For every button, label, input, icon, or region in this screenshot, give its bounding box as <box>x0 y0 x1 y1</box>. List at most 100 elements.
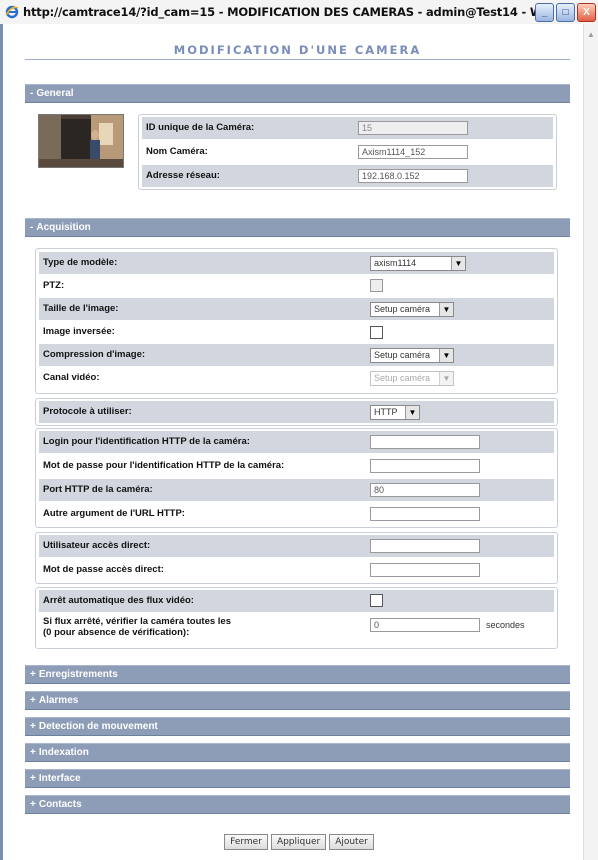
section-indexation-label: Indexation <box>38 747 89 758</box>
expand-icon: + <box>30 721 36 732</box>
chevron-down-icon: ▼ <box>439 372 453 385</box>
row-network-address: Adresse réseau: 192.168.0.152 <box>142 165 553 187</box>
http-settings-group: Login pour l'identification HTTP de la c… <box>35 428 558 528</box>
camera-id-field: 15 <box>358 121 468 135</box>
check-interval-label-line1: Si flux arrêté, vérifier la caméra toute… <box>43 616 231 627</box>
expand-icon: + <box>30 799 36 810</box>
image-inverted-label: Image inversée: <box>43 326 115 337</box>
row-http-url-argument: Autre argument de l'URL HTTP: <box>39 503 554 525</box>
ptz-label: PTZ: <box>43 280 65 291</box>
expand-icon: + <box>30 773 36 784</box>
auto-stop-label: Arrêt automatique des flux vidéo: <box>43 595 194 606</box>
section-enregistrements-header[interactable]: + Enregistrements <box>25 665 570 684</box>
internet-explorer-icon <box>4 4 20 20</box>
model-type-label: Type de modèle: <box>43 257 118 268</box>
http-login-label: Login pour l'identification HTTP de la c… <box>43 436 250 447</box>
row-check-interval: Si flux arrêté, vérifier la caméra toute… <box>39 614 554 646</box>
image-compression-select[interactable]: Setup caméra ▼ <box>370 348 454 363</box>
row-video-channel: Canal vidéo: Setup caméra ▼ <box>39 367 554 389</box>
row-ptz: PTZ: <box>39 275 554 297</box>
row-http-login: Login pour l'identification HTTP de la c… <box>39 431 554 453</box>
section-contacts-header[interactable]: + Contacts <box>25 795 570 814</box>
row-camera-name: Nom Caméra: Axism1114_152 <box>142 141 553 163</box>
auto-stop-checkbox[interactable] <box>370 594 383 607</box>
ptz-checkbox[interactable] <box>370 279 383 292</box>
row-image-inverted: Image inversée: <box>39 321 554 343</box>
minimize-button[interactable]: _ <box>535 2 554 22</box>
row-direct-user: Utilisateur accès direct: <box>39 535 554 557</box>
image-compression-label: Compression d'image: <box>43 349 146 360</box>
row-http-port: Port HTTP de la caméra: 80 <box>39 479 554 501</box>
section-alarmes-header[interactable]: + Alarmes <box>25 691 570 710</box>
section-contacts-label: Contacts <box>38 799 82 810</box>
model-type-select[interactable]: axism1114 ▼ <box>370 256 466 271</box>
direct-user-field[interactable] <box>370 539 480 553</box>
add-button[interactable]: Ajouter <box>329 834 374 850</box>
image-inverted-checkbox[interactable] <box>370 326 383 339</box>
direct-password-label: Mot de passe accès direct: <box>43 564 164 575</box>
image-size-select[interactable]: Setup caméra ▼ <box>370 302 454 317</box>
window-titlebar: http://camtrace14/?id_cam=15 - MODIFICAT… <box>0 0 598 25</box>
collapse-icon: - <box>30 222 34 233</box>
expand-icon: + <box>30 747 36 758</box>
camera-thumbnail <box>38 114 124 168</box>
section-detection-mouvement-label: Detection de mouvement <box>38 721 158 732</box>
chevron-down-icon: ▼ <box>451 257 465 270</box>
maximize-button[interactable]: □ <box>556 2 575 22</box>
check-interval-label-line2: (0 pour absence de vérification): <box>43 627 190 638</box>
direct-password-field[interactable] <box>370 563 480 577</box>
section-interface-label: Interface <box>38 773 81 784</box>
camera-name-label: Nom Caméra: <box>146 146 208 157</box>
protocol-group: Protocole à utiliser: HTTP ▼ <box>35 398 558 426</box>
row-protocol: Protocole à utiliser: HTTP ▼ <box>39 401 554 423</box>
camera-id-label: ID unique de la Caméra: <box>146 122 255 133</box>
http-password-label: Mot de passe pour l'identification HTTP … <box>43 460 285 471</box>
row-camera-id: ID unique de la Caméra: 15 <box>142 117 553 139</box>
http-port-label: Port HTTP de la caméra: <box>43 484 153 495</box>
http-password-field[interactable] <box>370 459 480 473</box>
expand-icon: + <box>30 669 36 680</box>
direct-user-label: Utilisateur accès direct: <box>43 540 151 551</box>
section-acquisition-header[interactable]: - Acquisition <box>25 218 570 237</box>
scroll-up-icon[interactable]: ▲ <box>585 28 597 40</box>
check-interval-label: Si flux arrêté, vérifier la caméra toute… <box>43 616 231 638</box>
section-alarmes-label: Alarmes <box>38 695 79 706</box>
title-divider <box>25 59 570 60</box>
close-button[interactable]: Fermer <box>224 834 268 850</box>
camera-name-field[interactable]: Axism1114_152 <box>358 145 468 159</box>
section-general-label: General <box>36 88 74 99</box>
row-image-size: Taille de l'image: Setup caméra ▼ <box>39 298 554 320</box>
close-window-button[interactable]: X <box>577 2 596 22</box>
row-auto-stop: Arrêt automatique des flux vidéo: <box>39 590 554 612</box>
http-port-field[interactable]: 80 <box>370 483 480 497</box>
section-indexation-header[interactable]: + Indexation <box>25 743 570 762</box>
network-address-label: Adresse réseau: <box>146 170 220 181</box>
chevron-down-icon: ▼ <box>439 349 453 362</box>
network-address-field[interactable]: 192.168.0.152 <box>358 169 468 183</box>
section-interface-header[interactable]: + Interface <box>25 769 570 788</box>
apply-button[interactable]: Appliquer <box>270 834 327 850</box>
image-size-label: Taille de l'image: <box>43 303 119 314</box>
protocol-select[interactable]: HTTP ▼ <box>370 405 420 420</box>
video-channel-label: Canal vidéo: <box>43 372 100 383</box>
row-http-password: Mot de passe pour l'identification HTTP … <box>39 455 554 477</box>
check-interval-unit: secondes <box>486 620 525 630</box>
page-title: MODIFICATION D'UNE CAMERA <box>173 43 422 57</box>
acquisition-camera-group: Type de modèle: axism1114 ▼ PTZ: Taille … <box>35 248 558 394</box>
http-url-argument-label: Autre argument de l'URL HTTP: <box>43 508 185 519</box>
check-interval-field[interactable]: 0 <box>370 618 480 632</box>
section-general-header[interactable]: - General <box>25 84 570 103</box>
expand-icon: + <box>30 695 36 706</box>
row-image-compression: Compression d'image: Setup caméra ▼ <box>39 344 554 366</box>
vertical-scrollbar[interactable]: ▲ <box>583 24 598 860</box>
section-acquisition-label: Acquisition <box>36 222 91 233</box>
chevron-down-icon: ▼ <box>405 406 419 419</box>
form-actions: Fermer Appliquer Ajouter <box>0 834 598 850</box>
chevron-down-icon: ▼ <box>439 303 453 316</box>
section-detection-mouvement-header[interactable]: + Detection de mouvement <box>25 717 570 736</box>
http-url-argument-field[interactable] <box>370 507 480 521</box>
http-login-field[interactable] <box>370 435 480 449</box>
row-model-type: Type de modèle: axism1114 ▼ <box>39 252 554 274</box>
row-direct-password: Mot de passe accès direct: <box>39 559 554 581</box>
video-channel-select: Setup caméra ▼ <box>370 371 454 386</box>
